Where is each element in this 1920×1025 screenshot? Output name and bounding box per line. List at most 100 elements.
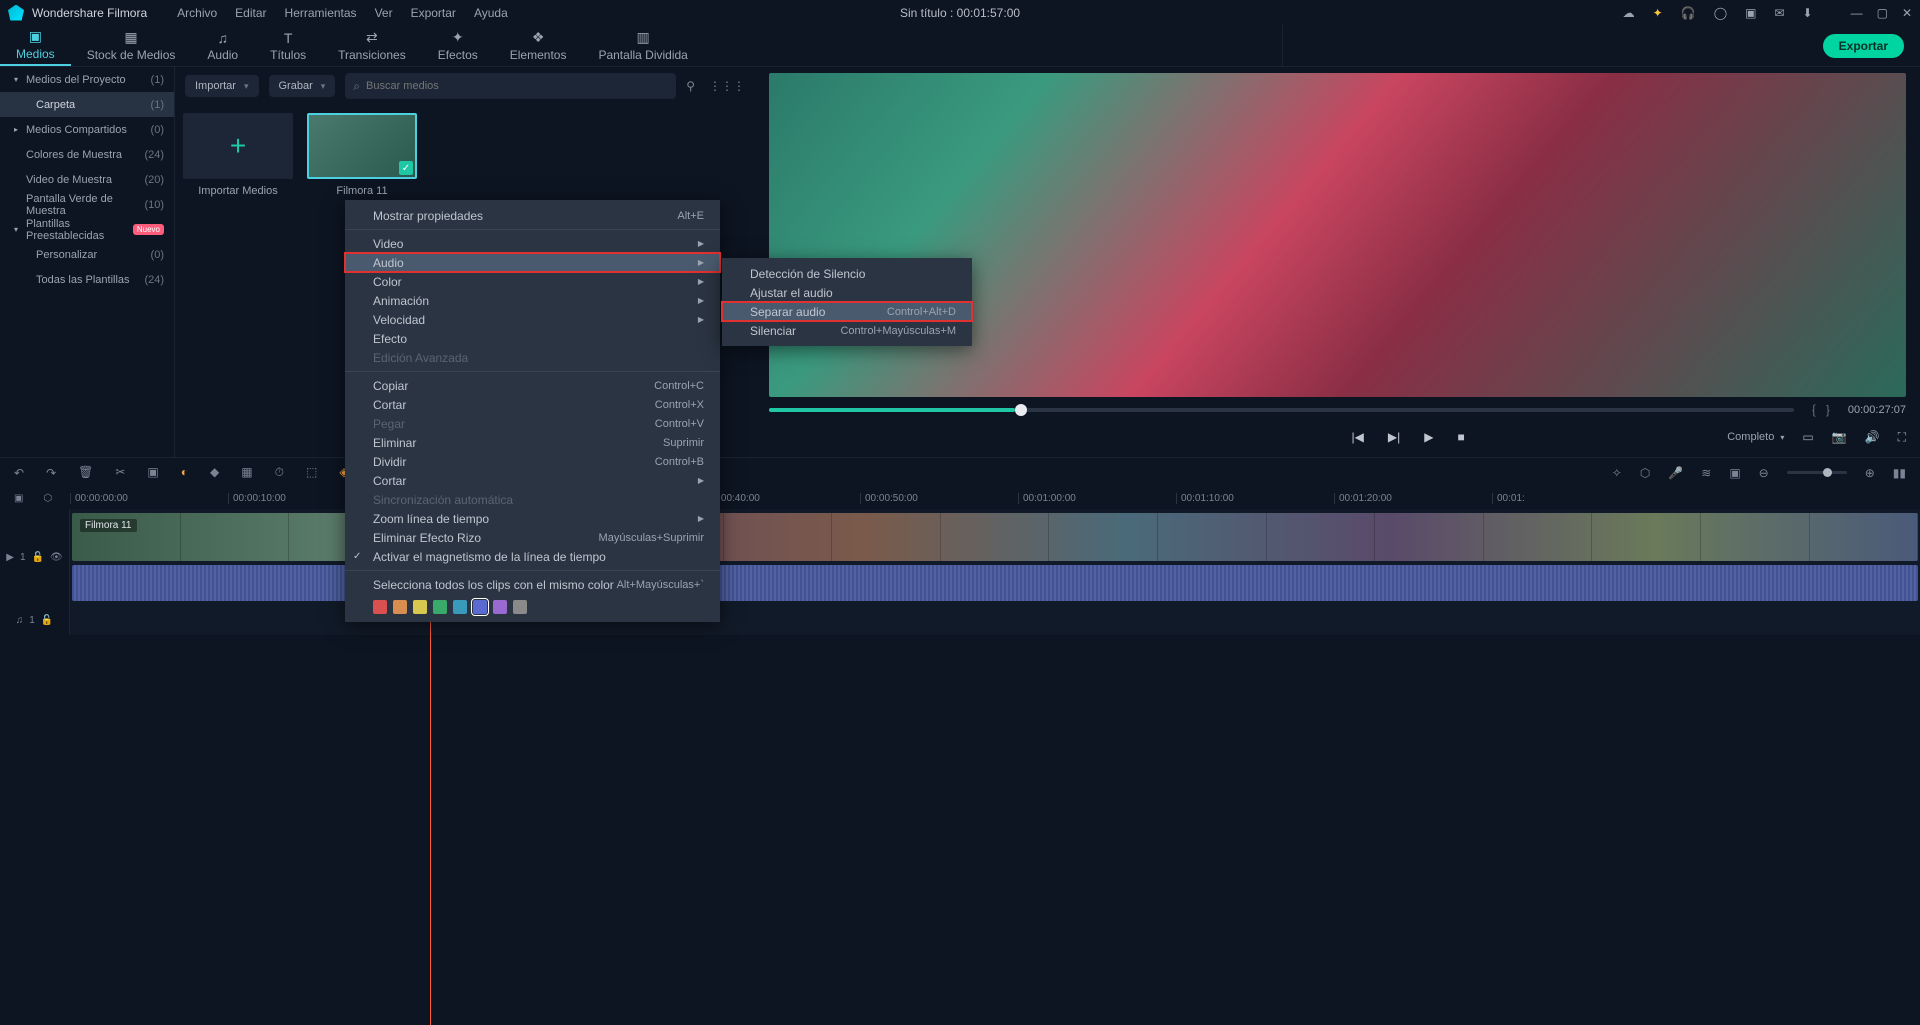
play-icon[interactable]: ▶ xyxy=(1424,430,1433,444)
ctx-ripple-delete[interactable]: Eliminar Efecto RizoMayúsculas+Suprimir xyxy=(345,528,720,547)
zoom-slider[interactable] xyxy=(1787,471,1847,474)
undo-icon[interactable]: ↶ xyxy=(14,466,24,480)
render-icon[interactable]: ⬚ xyxy=(306,465,317,480)
ctx-detach-audio[interactable]: Separar audioControl+Alt+D xyxy=(722,302,972,321)
ctx-color[interactable]: Color▶ xyxy=(345,272,720,291)
lightbulb-icon[interactable]: ✦ xyxy=(1653,6,1663,20)
display-icon[interactable]: ▭ xyxy=(1802,430,1813,444)
lock-icon[interactable]: 🔓 xyxy=(41,615,53,626)
ctx-copy[interactable]: CopiarControl+C xyxy=(345,376,720,395)
menu-herramientas[interactable]: Herramientas xyxy=(285,6,357,20)
zoom-fit-icon[interactable]: ▮▮ xyxy=(1893,466,1906,480)
timeline-ruler[interactable]: ▣ ⬡ 00:00:00:00 00:00:10:00 00:00:40:00 … xyxy=(0,487,1920,509)
marker-icon[interactable]: ▣ xyxy=(1729,466,1740,480)
mark-in-icon[interactable]: ｛ xyxy=(1804,402,1816,419)
menu-ver[interactable]: Ver xyxy=(375,6,393,20)
tab-audio[interactable]: ♫Audio xyxy=(191,25,254,66)
shield-icon[interactable]: ⬡ xyxy=(1640,466,1650,480)
magnet-icon[interactable]: ⬡ xyxy=(43,493,52,504)
zoom-out-icon[interactable]: ⊖ xyxy=(1759,466,1769,480)
color-swatch[interactable] xyxy=(393,600,407,614)
ctx-zoom-timeline[interactable]: Zoom línea de tiempo▶ xyxy=(345,509,720,528)
tab-titulos[interactable]: TTítulos xyxy=(254,25,322,66)
media-clip-cell[interactable]: Filmora 11 xyxy=(307,113,417,197)
delete-icon[interactable]: 🗑 xyxy=(78,465,93,480)
sidebar-item-green-screen[interactable]: Pantalla Verde de Muestra(10) xyxy=(0,192,174,217)
ctx-audio[interactable]: Audio▶ xyxy=(345,253,720,272)
clip-thumbnail[interactable] xyxy=(307,113,417,179)
menu-ayuda[interactable]: Ayuda xyxy=(474,6,508,20)
import-media-cell[interactable]: + Importar Medios xyxy=(183,113,293,197)
color-swatch[interactable] xyxy=(453,600,467,614)
crop-icon[interactable]: ▣ xyxy=(147,465,158,480)
search-input[interactable] xyxy=(366,80,668,92)
volume-icon[interactable]: 🔊 xyxy=(1865,430,1880,444)
stop-icon[interactable]: ■ xyxy=(1457,430,1464,444)
tab-stock[interactable]: ▦Stock de Medios xyxy=(71,25,192,66)
tab-split-screen[interactable]: ▥Pantalla Dividida xyxy=(582,25,703,66)
ruler-mode-icon[interactable]: ▣ xyxy=(14,493,23,504)
green-screen-icon[interactable]: ▦ xyxy=(241,465,252,480)
ctx-trim[interactable]: Cortar▶ xyxy=(345,471,720,490)
mail-icon[interactable]: ✉ xyxy=(1774,6,1784,20)
media-search[interactable]: ⌕ xyxy=(345,73,676,99)
minimize-icon[interactable]: — xyxy=(1851,6,1863,20)
color-swatch[interactable] xyxy=(373,600,387,614)
ctx-cut[interactable]: CortarControl+X xyxy=(345,395,720,414)
download-icon[interactable]: ⬇ xyxy=(1803,6,1813,20)
ctx-video[interactable]: Video▶ xyxy=(345,234,720,253)
mixer-icon[interactable]: ≋ xyxy=(1701,466,1711,480)
tab-medios[interactable]: ▣Medios xyxy=(0,25,71,66)
headphones-icon[interactable]: 🎧 xyxy=(1681,6,1696,20)
preview-canvas[interactable] xyxy=(769,73,1906,397)
color-swatch[interactable] xyxy=(493,600,507,614)
quality-dropdown[interactable]: Completo▾ xyxy=(1727,431,1784,443)
tab-elementos[interactable]: ❖Elementos xyxy=(494,25,583,66)
sparkle-icon[interactable]: ✧ xyxy=(1612,466,1622,480)
color-swatch[interactable] xyxy=(513,600,527,614)
ctx-speed[interactable]: Velocidad▶ xyxy=(345,310,720,329)
redo-icon[interactable]: ↷ xyxy=(46,466,56,480)
track-header[interactable]: ♫ 1 🔓 xyxy=(0,605,70,635)
account-icon[interactable]: ◯ xyxy=(1714,6,1727,20)
menu-exportar[interactable]: Exportar xyxy=(411,6,456,20)
ctx-show-properties[interactable]: Mostrar propiedadesAlt+E xyxy=(345,206,720,225)
ctx-snap-toggle[interactable]: ✓Activar el magnetismo de la línea de ti… xyxy=(345,547,720,566)
import-dropdown[interactable]: Importar xyxy=(185,75,259,97)
export-button[interactable]: Exportar xyxy=(1823,34,1904,58)
mic-icon[interactable]: 🎤 xyxy=(1668,466,1683,480)
ctx-adjust-audio[interactable]: Ajustar el audio xyxy=(722,283,972,302)
fullscreen-icon[interactable]: ⛶ xyxy=(1898,430,1906,445)
color-icon[interactable]: ◆ xyxy=(210,465,219,480)
zoom-knob[interactable] xyxy=(1823,468,1832,477)
ctx-effect[interactable]: Efecto xyxy=(345,329,720,348)
speed-icon[interactable]: ◐ xyxy=(181,465,188,480)
menu-editar[interactable]: Editar xyxy=(235,6,266,20)
ctx-silence-detection[interactable]: Detección de Silencio xyxy=(722,264,972,283)
step-back-icon[interactable]: ▶| xyxy=(1388,430,1400,444)
sidebar-item-all-templates[interactable]: Todas las Plantillas(24) xyxy=(0,267,174,292)
panel-icon[interactable]: ▣ xyxy=(1745,6,1756,20)
tab-transiciones[interactable]: ⇄Transiciones xyxy=(322,25,422,66)
sidebar-item-sample-video[interactable]: Video de Muestra(20) xyxy=(0,167,174,192)
sidebar-item-templates[interactable]: ▾Plantillas PreestablecidasNuevo xyxy=(0,217,174,242)
close-icon[interactable]: ✕ xyxy=(1902,6,1912,20)
grid-view-icon[interactable]: ⋮⋮⋮ xyxy=(709,79,745,93)
snapshot-icon[interactable]: 📷 xyxy=(1832,430,1847,444)
lock-icon[interactable]: 🔓 xyxy=(32,552,44,563)
ctx-animation[interactable]: Animación▶ xyxy=(345,291,720,310)
tab-efectos[interactable]: ✦Efectos xyxy=(422,25,494,66)
cloud-icon[interactable]: ☁ xyxy=(1623,6,1635,20)
ctx-mute[interactable]: SilenciarControl+Mayúsculas+M xyxy=(722,321,972,340)
sidebar-item-project-media[interactable]: ▾Medios del Proyecto(1) xyxy=(0,67,174,92)
color-swatch[interactable] xyxy=(433,600,447,614)
sidebar-item-shared[interactable]: ▸Medios Compartidos(0) xyxy=(0,117,174,142)
plus-icon[interactable]: + xyxy=(183,113,293,179)
split-icon[interactable]: ✂ xyxy=(115,465,125,480)
color-swatch[interactable] xyxy=(413,600,427,614)
scrub-knob[interactable] xyxy=(1015,404,1027,416)
sidebar-item-folder[interactable]: Carpeta(1) xyxy=(0,92,174,117)
prev-frame-icon[interactable]: |◀ xyxy=(1352,430,1364,444)
sidebar-item-sample-colors[interactable]: Colores de Muestra(24) xyxy=(0,142,174,167)
sidebar-item-custom[interactable]: Personalizar(0) xyxy=(0,242,174,267)
